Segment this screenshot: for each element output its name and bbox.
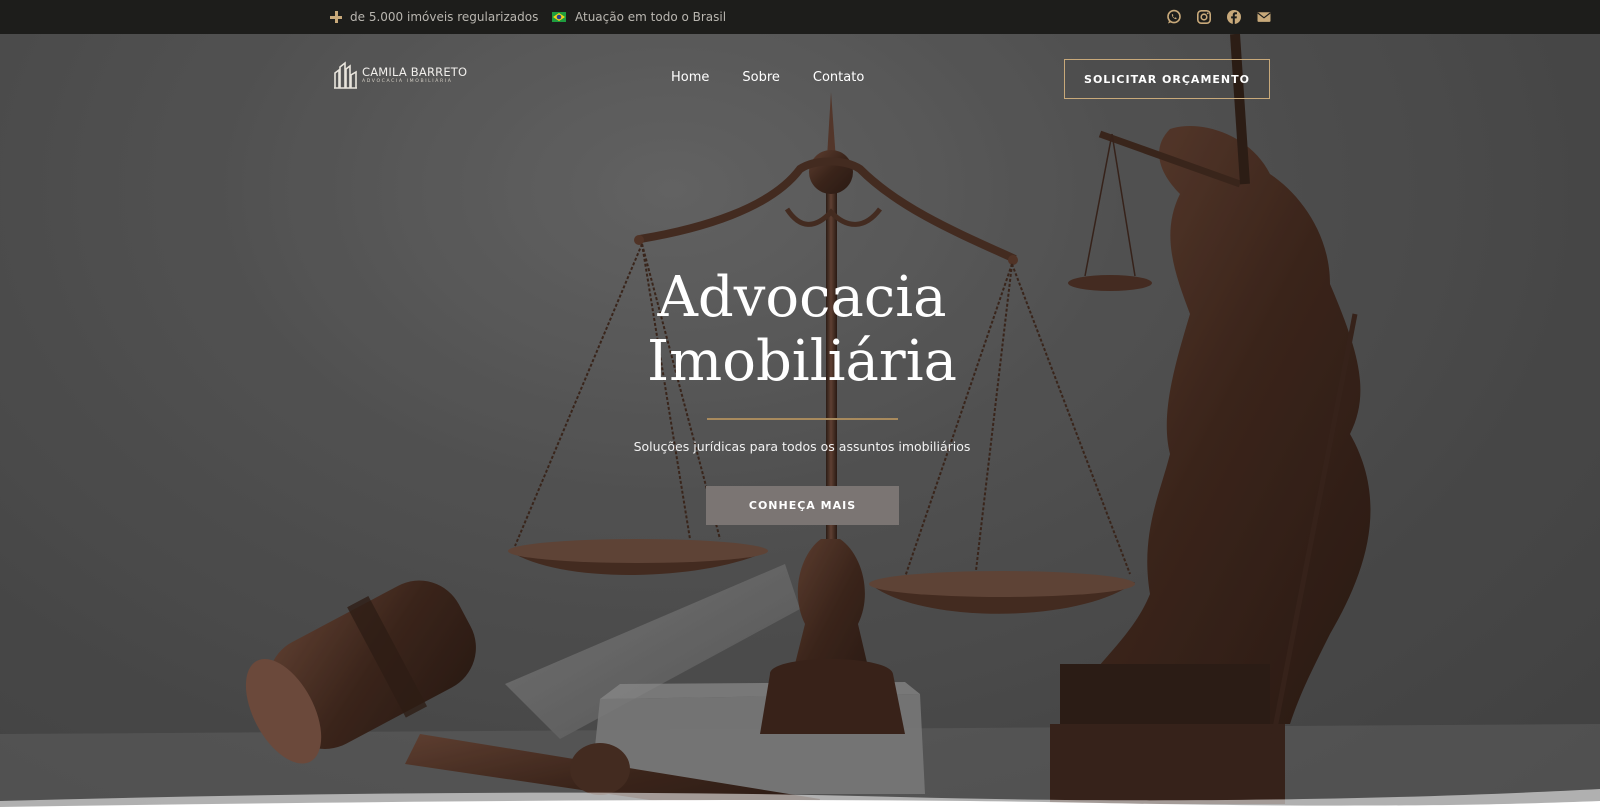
top-bar: de 5.000 imóveis regularizados Atuação e… (0, 0, 1600, 34)
plus-icon (330, 11, 342, 23)
main-nav: Home Sobre Contato (671, 70, 864, 85)
bottom-wave-divider (0, 789, 1600, 811)
regularized-info: de 5.000 imóveis regularizados (330, 0, 538, 34)
request-quote-button[interactable]: SOLICITAR ORÇAMENTO (1064, 59, 1270, 99)
envelope-icon[interactable] (1256, 9, 1272, 25)
social-links (1166, 0, 1272, 34)
coverage-info: Atuação em todo o Brasil (552, 0, 726, 34)
logo-name: CAMILA BARRETO (362, 64, 468, 79)
nav-sobre[interactable]: Sobre (742, 70, 780, 85)
hero-title-line2: Imobiliária (647, 329, 957, 394)
nav-contato[interactable]: Contato (813, 70, 864, 85)
logo-tagline: ADVOCACIA IMOBILIÁRIA (362, 78, 453, 84)
buildings-logo-icon (334, 61, 357, 89)
hero-title: Advocacia Imobiliária (550, 266, 1054, 394)
hero-divider (707, 418, 898, 420)
hero-subtitle: Soluções jurídicas para todos os assunto… (633, 439, 971, 454)
regularized-text: de 5.000 imóveis regularizados (350, 10, 539, 24)
nav-home[interactable]: Home (671, 70, 709, 85)
brazil-flag-icon (552, 12, 566, 22)
instagram-icon[interactable] (1196, 9, 1212, 25)
logo[interactable]: CAMILA BARRETO ADVOCACIA IMOBILIÁRIA (334, 61, 467, 89)
hero-section: CAMILA BARRETO ADVOCACIA IMOBILIÁRIA Hom… (0, 34, 1600, 811)
hero-title-line1: Advocacia (657, 265, 947, 330)
learn-more-button[interactable]: CONHEÇA MAIS (706, 486, 899, 525)
whatsapp-icon[interactable] (1166, 9, 1182, 25)
hero-dim-overlay (0, 34, 1600, 811)
coverage-text: Atuação em todo o Brasil (575, 10, 727, 24)
facebook-icon[interactable] (1226, 9, 1242, 25)
